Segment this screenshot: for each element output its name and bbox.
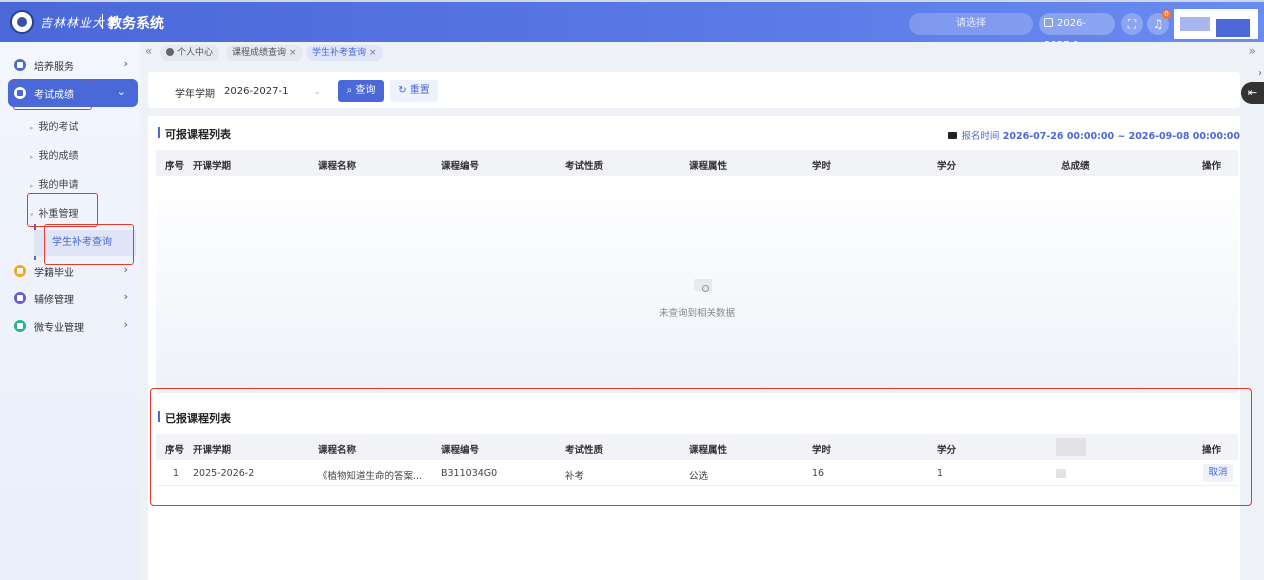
sidebar-leaf-student-retake-query[interactable]: 学生补考查询	[34, 230, 136, 256]
tab-student-retake-query[interactable]: 学生补考查询 ×	[306, 45, 383, 61]
tabs-bar: « 个人中心 课程成绩查询 × 学生补考查询 × »	[140, 42, 1264, 64]
sidebar-item-label: 微专业管理	[34, 322, 84, 334]
sidebar-item-label: 考试成绩	[34, 89, 74, 101]
student-icon	[14, 265, 26, 277]
tab-course-score-query[interactable]: 课程成绩查询 ×	[226, 45, 303, 61]
sidebar-item-label: 培养服务	[34, 61, 74, 73]
reset-button[interactable]: ↻ 重置	[390, 80, 438, 102]
col-header: 课程编号	[441, 161, 480, 172]
registration-time-label: 报名时间	[961, 131, 1000, 142]
sidebar-item-minor[interactable]: 辅修管理 ›	[0, 284, 140, 312]
exam-icon	[14, 87, 26, 99]
caret-icon: ▸	[30, 153, 34, 161]
query-button-label: 查询	[355, 85, 376, 96]
home-icon	[166, 48, 174, 56]
empty-state-text: 未查询到相关数据	[658, 308, 735, 319]
caret-icon: ▸	[30, 182, 34, 190]
col-header: 课程属性	[689, 161, 728, 172]
tab-label: 个人中心	[177, 48, 214, 58]
chevron-down-icon: ⌄	[116, 85, 126, 98]
sidebar-item-exam-scores[interactable]: 考试成绩 ⌄	[8, 79, 138, 107]
chevron-right-icon: ›	[123, 318, 128, 331]
sidebar-sub-label: 我的成绩	[38, 151, 79, 162]
col-header: 开课学期	[193, 161, 232, 172]
reset-button-label: 重置	[409, 85, 430, 96]
university-logo-icon	[10, 10, 34, 34]
registration-time-value: 2026-07-26 00:00:00 ~ 2026-09-08 00:00:0…	[1002, 131, 1240, 142]
close-icon[interactable]: ×	[369, 48, 377, 58]
monitor-icon	[948, 132, 958, 139]
close-icon[interactable]: ×	[289, 48, 297, 58]
chevron-right-icon: ›	[123, 57, 128, 70]
term-selector[interactable]: 2026-2027-1	[1039, 13, 1115, 51]
empty-state: 未查询到相关数据	[156, 177, 1238, 393]
fullscreen-icon[interactable]: ⛶	[1121, 13, 1143, 35]
col-header: 考试性质	[565, 161, 604, 172]
calendar-icon	[1044, 18, 1053, 27]
sidebar-sub-my-applications[interactable]: ▸ 我的申请	[30, 176, 79, 191]
chevron-right-icon: ›	[123, 263, 128, 276]
col-header: 总成绩	[1061, 161, 1090, 172]
collapse-panel-icon[interactable]: ⇤	[1241, 82, 1264, 104]
available-table-header: 序号 开课学期 课程名称 课程编号 考试性质 课程属性 学时 学分 总成绩 操作	[156, 150, 1238, 176]
caret-icon: ▸	[30, 124, 34, 132]
caret-down-icon: ▾	[30, 211, 34, 219]
sidebar-group-label: 补重管理	[38, 209, 79, 220]
user-avatar[interactable]	[1174, 9, 1258, 39]
sidebar-sub-label: 我的申请	[38, 180, 79, 191]
collapse-left-icon[interactable]: «	[145, 44, 152, 58]
sidebar-group-retake-management[interactable]: ▾ 补重管理	[30, 205, 79, 220]
sidebar-item-training[interactable]: 培养服务 ›	[0, 51, 140, 79]
term-filter-select[interactable]: 2026-2027-1 ⌄	[220, 80, 326, 102]
micro-major-icon	[14, 320, 26, 332]
chevron-down-icon: ⌄	[313, 87, 321, 97]
col-header: 学时	[812, 161, 832, 172]
term-filter-value: 2026-2027-1	[224, 86, 289, 97]
sidebar-sub-my-scores[interactable]: ▸ 我的成绩	[30, 147, 79, 162]
registration-time: 报名时间 2026-07-26 00:00:00 ~ 2026-09-08 00…	[948, 128, 1240, 142]
sidebar-sub-label: 我的考试	[38, 122, 79, 133]
empty-search-icon	[694, 279, 712, 292]
chevron-right-icon: ›	[123, 290, 128, 303]
system-title: 教务系统	[108, 16, 164, 32]
sidebar-item-micro-major[interactable]: 微专业管理 ›	[0, 312, 140, 340]
notification-badge: 0	[1162, 10, 1171, 19]
filter-bar: 学年学期 2026-2027-1 ⌄ ⌕ 查询 ↻ 重置	[148, 72, 1240, 108]
col-header: 序号	[165, 161, 185, 172]
tab-personal-center[interactable]: 个人中心	[160, 45, 220, 61]
sidebar: 培养服务 › 考试成绩 ⌄ ▸ 我的考试 ▸ 我的成绩 ▸ 我的申请 ▾ 补重管理 学生…	[0, 42, 140, 580]
top-header: 吉林林业大学 教务系统 请选择 2026-2027-1 ⛶ ♫ 0	[0, 0, 1264, 51]
term-filter-label: 学年学期	[175, 89, 215, 100]
sidebar-sub-my-exams[interactable]: ▸ 我的考试	[30, 118, 79, 133]
sidebar-item-label: 辅修管理	[34, 294, 74, 306]
annotation-box	[150, 388, 1252, 506]
chevron-right-icon[interactable]: ›	[1258, 68, 1262, 79]
header-select[interactable]: 请选择	[909, 13, 1033, 35]
col-header: 操作	[1202, 161, 1222, 172]
university-logo-text: 吉林林业大学	[40, 16, 119, 30]
tab-label: 学生补考查询	[312, 48, 367, 58]
sidebar-item-student-status[interactable]: 学籍毕业 ›	[0, 257, 140, 285]
graduation-icon	[14, 59, 26, 71]
tab-label: 课程成绩查询	[232, 48, 287, 58]
col-header: 课程名称	[318, 161, 357, 172]
sidebar-item-label: 学籍毕业	[34, 267, 74, 279]
query-button[interactable]: ⌕ 查询	[338, 80, 384, 102]
minor-icon	[14, 292, 26, 304]
available-courses-title: 可报课程列表	[158, 126, 231, 142]
logo-separator	[102, 14, 103, 29]
col-header: 学分	[937, 161, 957, 172]
scroll-right-icon[interactable]: »	[1249, 44, 1256, 58]
